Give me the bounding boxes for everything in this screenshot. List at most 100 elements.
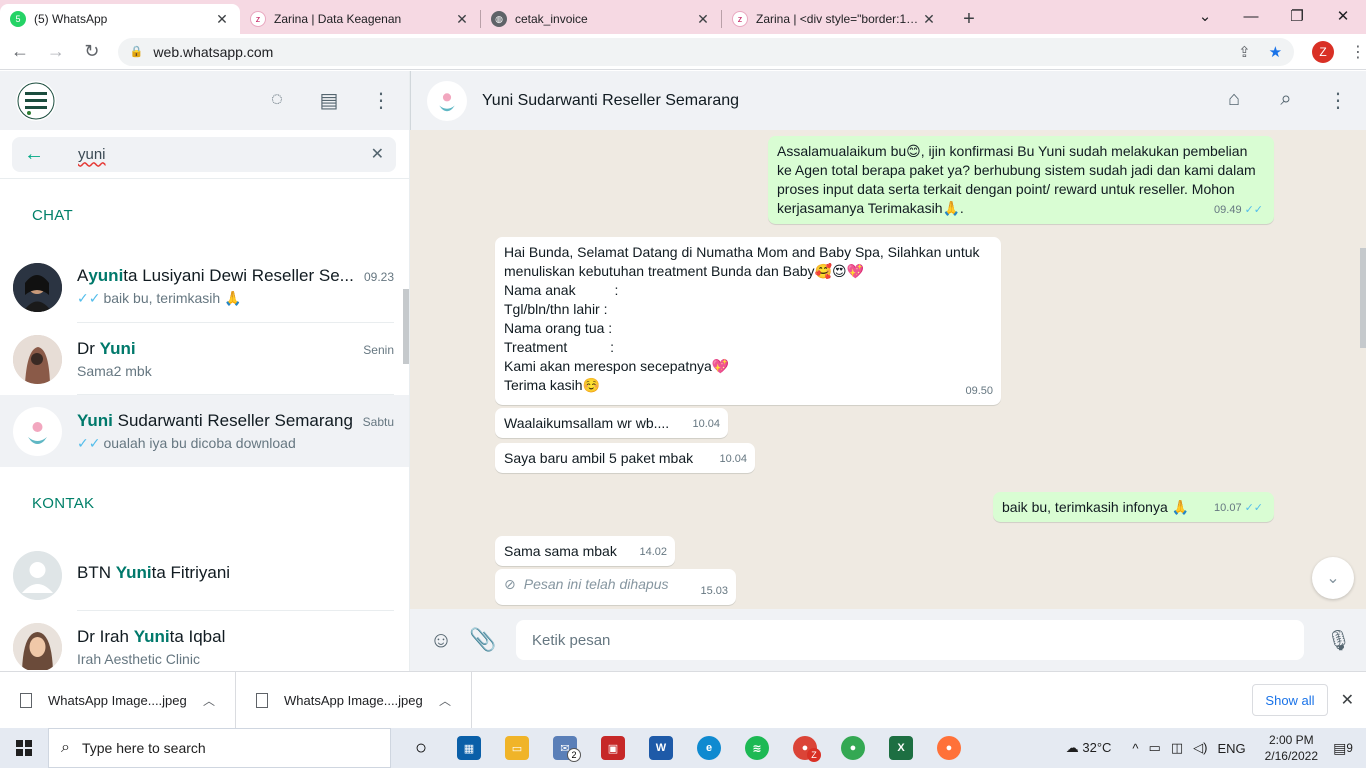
start-button[interactable]	[0, 728, 48, 768]
chat-row[interactable]: Ayunita Lusiyani Dewi Reseller Se... 09.…	[0, 251, 409, 323]
notifications-button[interactable]: ▤ 9	[1328, 728, 1358, 768]
message-meta: 15.03	[700, 582, 728, 601]
menu-icon[interactable]: ⋮	[369, 88, 393, 113]
contact-row-top: Dr Irah Yunita Iqbal	[77, 627, 394, 647]
menu-icon[interactable]: ⋮	[1326, 88, 1350, 113]
volume-icon[interactable]: ◁)	[1193, 740, 1207, 756]
tab-zarina-data-keagenan[interactable]: z Zarina | Data Keagenan ✕	[240, 4, 480, 34]
download-item[interactable]: WhatsApp Image....jpeg ︿	[0, 671, 236, 729]
tab-whatsapp[interactable]: 5 (5) WhatsApp ✕	[0, 4, 240, 34]
browser-toolbar: ← → ↻ 🔒 web.whatsapp.com ⇪ ★ Z ⋮	[0, 34, 1366, 70]
chrome-alt-icon[interactable]: ●	[829, 728, 877, 768]
chat-row[interactable]: Dr Yuni Senin Sama2 mbk	[0, 323, 409, 395]
forward-button[interactable]: →	[40, 36, 72, 68]
scroll-down-button[interactable]: ⌄	[1312, 557, 1354, 599]
message-text: Waalaikumsallam wr wb....	[504, 415, 670, 431]
lock-icon[interactable]: 🔒	[130, 45, 144, 58]
show-all-button[interactable]: Show all	[1252, 684, 1328, 716]
windows-logo-icon	[16, 740, 32, 756]
excel-icon[interactable]: X	[877, 728, 925, 768]
minimize-button[interactable]: —	[1228, 0, 1274, 32]
bookmark-star-icon[interactable]: ★	[1269, 43, 1282, 61]
close-icon[interactable]: ✕	[695, 11, 711, 28]
chat-time: Senin	[363, 342, 394, 357]
attach-icon[interactable]: 📎	[468, 627, 498, 653]
chat-row-selected[interactable]: Yuni Sudarwanti Reseller Semarang Sabtu …	[0, 395, 409, 467]
new-chat-icon[interactable]: ▤	[317, 88, 341, 113]
message-incoming[interactable]: Sama sama mbak 14.02	[495, 536, 675, 566]
restore-button[interactable]: ❐	[1274, 0, 1320, 32]
contact-row[interactable]: Dr Irah Yunita Iqbal Irah Aesthetic Clin…	[0, 611, 409, 670]
search-value[interactable]: yuni	[78, 146, 371, 163]
chevron-up-icon[interactable]: ︿	[439, 692, 451, 709]
section-chat-heading: CHAT	[32, 207, 73, 224]
tab-cetak-invoice[interactable]: ◍ cetak_invoice ✕	[481, 4, 721, 34]
task-view-icon[interactable]: ○	[397, 728, 445, 768]
microphone-icon[interactable]: 🎙	[1326, 628, 1351, 653]
chrome-icon[interactable]: ● Z	[781, 728, 829, 768]
blocked-icon: ⊘	[504, 576, 516, 592]
message-deleted[interactable]: ⊘ Pesan ini telah dihapus 15.03	[495, 569, 736, 605]
message-meta: 10.04	[692, 415, 720, 434]
chat-scrollbar[interactable]	[1360, 248, 1366, 348]
clock[interactable]: 2:00 PM 2/16/2022	[1265, 732, 1318, 764]
close-icon[interactable]: ✕	[214, 11, 230, 28]
message-text: Saya baru ambil 5 paket mbak	[504, 450, 694, 466]
language-indicator[interactable]: ENG	[1217, 741, 1245, 756]
message-meta: 14.02	[639, 543, 667, 562]
search-icon[interactable]: ⌕	[1274, 88, 1298, 113]
status-icon[interactable]: ◌	[265, 88, 289, 113]
new-tab-button[interactable]: +	[955, 6, 983, 34]
address-bar[interactable]: 🔒 web.whatsapp.com ⇪ ★	[117, 37, 1295, 66]
message-outgoing[interactable]: Assalamualaikum bu😊, ijin konfirmasi Bu …	[768, 136, 1274, 224]
message-incoming[interactable]: Saya baru ambil 5 paket mbak 10.04	[495, 443, 755, 473]
avatar-photo	[13, 334, 62, 384]
file-explorer-icon[interactable]: ▭	[493, 728, 541, 768]
profile-logo[interactable]	[16, 80, 56, 121]
close-icon[interactable]: ✕	[1341, 690, 1354, 710]
gift-app-icon[interactable]: ▣	[589, 728, 637, 768]
close-window-button[interactable]: ✕	[1320, 0, 1366, 32]
tab-zarina-div[interactable]: z Zarina | <div style="border:1px s ✕	[722, 4, 947, 34]
firefox-icon[interactable]: ●	[925, 728, 973, 768]
message-incoming[interactable]: Hai Bunda, Selamat Datang di Numatha Mom…	[495, 237, 1001, 405]
clear-search-icon[interactable]: ✕	[371, 144, 384, 164]
chevron-up-icon[interactable]: ^	[1132, 741, 1138, 756]
emoji-icon[interactable]: ☺	[426, 627, 456, 653]
tab-title: cetak_invoice	[515, 12, 588, 26]
microsoft-store-icon[interactable]: ▦	[445, 728, 493, 768]
word-icon[interactable]: W	[637, 728, 685, 768]
contact-row[interactable]: BTN Yunita Fitriyani	[0, 539, 409, 611]
browser-menu-icon[interactable]: ⋮	[1350, 42, 1366, 62]
taskbar-search[interactable]: ⌕ Type here to search	[48, 728, 391, 768]
mail-icon[interactable]: ✉ 2	[541, 728, 589, 768]
file-icon	[256, 692, 268, 708]
back-arrow-icon[interactable]: ←	[24, 143, 48, 166]
network-icon[interactable]: ◫	[1171, 740, 1183, 756]
chevron-up-icon[interactable]: ︿	[203, 692, 215, 709]
sidebar-scrollbar[interactable]	[403, 289, 409, 364]
catalog-store-icon[interactable]: ⌂	[1222, 88, 1246, 113]
message-incoming[interactable]: Waalaikumsallam wr wb.... 10.04	[495, 408, 728, 438]
conversation-title[interactable]: Yuni Sudarwanti Reseller Semarang	[482, 92, 739, 110]
reload-button[interactable]: ↻	[76, 36, 108, 68]
message-outgoing[interactable]: baik bu, terimkasih infonya 🙏 10.07 ✓✓	[993, 492, 1274, 522]
tab-search-icon[interactable]: ⌄	[1182, 0, 1228, 32]
close-icon[interactable]: ✕	[921, 11, 937, 28]
spotify-icon[interactable]: ≋	[733, 728, 781, 768]
battery-icon[interactable]: ▭	[1149, 740, 1161, 756]
taskbar-search-placeholder: Type here to search	[81, 740, 206, 756]
conversation-panel: Yuni Sudarwanti Reseller Semarang ⌂ ⌕ ⋮ …	[410, 71, 1366, 671]
download-item[interactable]: WhatsApp Image....jpeg ︿	[236, 671, 472, 729]
profile-avatar[interactable]: Z	[1312, 40, 1335, 63]
back-button[interactable]: ←	[4, 36, 36, 68]
contact-avatar[interactable]	[427, 80, 467, 121]
weather-widget[interactable]: ☁ 32°C	[1066, 740, 1112, 756]
edge-icon[interactable]: e	[685, 728, 733, 768]
share-icon[interactable]: ⇪	[1238, 43, 1251, 61]
message-input[interactable]: Ketik pesan	[516, 620, 1304, 660]
search-input[interactable]: ← yuni ✕	[12, 136, 396, 172]
close-icon[interactable]: ✕	[454, 11, 470, 28]
sidebar: ◌ ▤ ⋮ ← yuni ✕ CHAT Ayunita Lusiyani Dew…	[0, 71, 410, 671]
conversation-header[interactable]: Yuni Sudarwanti Reseller Semarang ⌂ ⌕ ⋮	[410, 71, 1366, 130]
